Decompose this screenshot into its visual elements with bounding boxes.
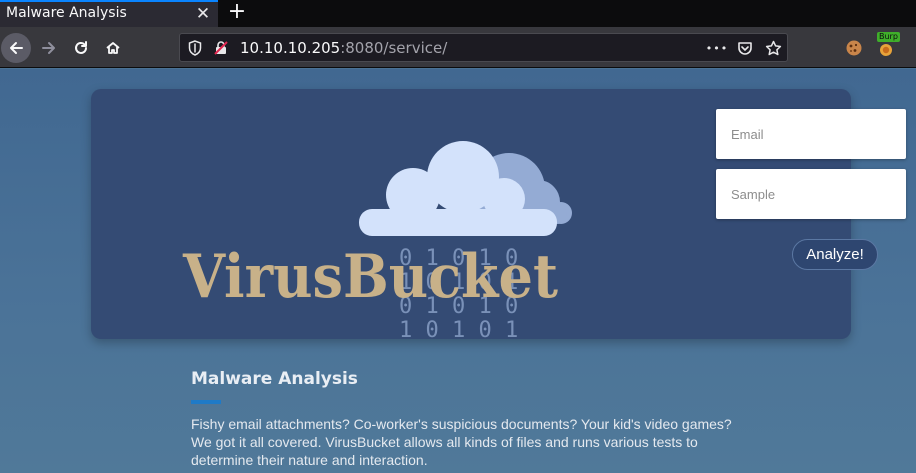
bookmark-star-icon[interactable] xyxy=(763,38,783,58)
forward-arrow-icon xyxy=(42,42,55,54)
close-icon[interactable]: ✕ xyxy=(193,4,213,24)
back-arrow-icon xyxy=(10,42,23,54)
page-actions-menu-icon[interactable]: ••• xyxy=(706,38,727,58)
back-button[interactable] xyxy=(1,33,31,63)
cookie-icon xyxy=(846,40,862,56)
section-description: Fishy email attachments? Co-worker's sus… xyxy=(191,416,732,468)
cookie-extension-button[interactable] xyxy=(839,33,869,63)
reload-icon xyxy=(75,41,87,54)
home-icon xyxy=(106,42,120,54)
brand-title: VirusBucket xyxy=(182,242,558,312)
tab-title: Malware Analysis xyxy=(6,5,127,21)
url-path: :8080/service/ xyxy=(340,39,448,57)
forward-button[interactable] xyxy=(34,33,64,63)
burp-badge: Burp xyxy=(877,32,900,42)
page-body: 0 1 0 1 0 1 0 1 0 1 0 1 0 1 0 1 0 1 0 1 … xyxy=(0,69,916,473)
title-underline xyxy=(191,400,221,404)
url-host: 10.10.10.205 xyxy=(240,39,341,57)
browser-tab[interactable]: Malware Analysis ✕ xyxy=(0,0,218,27)
insecure-lock-icon[interactable] xyxy=(211,38,231,58)
analyze-button[interactable]: Analyze! xyxy=(792,239,878,270)
tab-bar: Malware Analysis ✕ + xyxy=(0,0,916,27)
home-button[interactable] xyxy=(98,33,128,63)
sample-field[interactable] xyxy=(716,169,906,219)
shield-icon[interactable] xyxy=(185,38,205,58)
email-field[interactable] xyxy=(716,109,906,159)
new-tab-button[interactable]: + xyxy=(226,0,248,24)
section-title: Malware Analysis xyxy=(191,369,358,389)
navigation-toolbar: 10.10.10.205:8080/service/ ••• Burp xyxy=(0,27,916,68)
pocket-icon[interactable] xyxy=(735,38,755,58)
url-bar[interactable]: 10.10.10.205:8080/service/ ••• xyxy=(179,33,788,62)
reload-button[interactable] xyxy=(66,33,96,63)
binary-row-4: 1 0 1 0 1 xyxy=(399,318,518,339)
url-text[interactable]: 10.10.10.205:8080/service/ xyxy=(240,39,447,57)
burp-extension-button[interactable]: Burp xyxy=(871,32,901,63)
